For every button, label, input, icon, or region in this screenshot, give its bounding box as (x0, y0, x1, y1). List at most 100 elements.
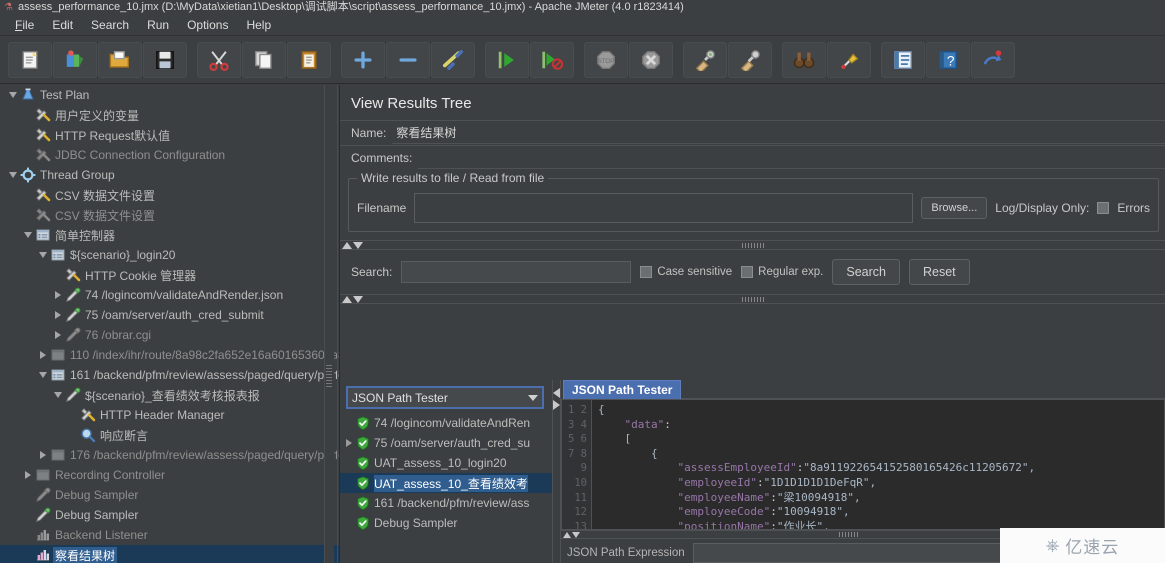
start-no-pauses-button[interactable] (530, 41, 574, 78)
new-test-plan-button[interactable] (8, 41, 52, 78)
tree-twisty-collapsed[interactable] (51, 325, 64, 345)
name-input[interactable] (392, 122, 1165, 144)
tree-twisty-expanded[interactable] (6, 165, 19, 185)
splitter-up-arrow-icon[interactable] (563, 531, 571, 538)
result-row-5[interactable]: Debug Sampler (340, 513, 552, 533)
tree-node-9[interactable]: HTTP Cookie 管理器 (0, 265, 339, 285)
search-button[interactable]: Search (832, 259, 900, 285)
undo-redo-button[interactable] (971, 41, 1015, 78)
upper-splitter[interactable] (340, 240, 1165, 250)
splitter-down-arrow-icon[interactable] (353, 295, 363, 303)
result-row-3[interactable]: UAT_assess_10_查看绩效考 (340, 473, 552, 493)
paste-button[interactable] (287, 41, 331, 78)
splitter-down-arrow-icon[interactable] (572, 531, 580, 538)
scroll-grip[interactable] (326, 363, 332, 387)
menu-file[interactable]: File (6, 16, 43, 34)
tree-node-13[interactable]: 110 /index/ihr/route/8a98c2fa652e16a6016… (0, 345, 339, 365)
tree-node-0[interactable]: Test Plan (0, 85, 339, 105)
splitter-right-arrow-icon[interactable] (553, 400, 560, 410)
clear-button[interactable] (683, 41, 727, 78)
tree-node-8[interactable]: ${scenario}_login20 (0, 245, 339, 265)
tree-twisty-collapsed[interactable] (51, 285, 64, 305)
tree-twisty-collapsed[interactable] (21, 465, 34, 485)
result-row-1[interactable]: 75 /oam/server/auth_cred_su (340, 433, 552, 453)
stop-button[interactable]: STOP (584, 41, 628, 78)
tree-node-4[interactable]: Thread Group (0, 165, 339, 185)
regular-exp-checkbox[interactable] (741, 266, 754, 278)
tree-twisty-expanded[interactable] (51, 385, 64, 405)
comments-input[interactable] (418, 147, 1165, 169)
result-row-2[interactable]: UAT_assess_10_login20 (340, 453, 552, 473)
copy-button[interactable] (242, 41, 286, 78)
shutdown-button[interactable] (629, 41, 673, 78)
viewer-splitter-arrows[interactable] (563, 531, 580, 538)
expand-all-button[interactable] (341, 41, 385, 78)
tab-json-path-tester[interactable]: JSON Path Tester (563, 380, 682, 399)
chevron-down-icon[interactable] (528, 394, 538, 401)
tree-twisty-collapsed[interactable] (36, 345, 49, 365)
menu-run[interactable]: Run (138, 16, 178, 34)
case-sensitive-group[interactable]: Case sensitive (640, 266, 732, 278)
tree-vertical-scrollbar[interactable] (325, 85, 334, 563)
open-button[interactable] (98, 41, 142, 78)
splitter-down-arrow-icon[interactable] (353, 241, 363, 249)
tree-node-2[interactable]: HTTP Request默认值 (0, 125, 339, 145)
reset-button[interactable]: Reset (908, 259, 970, 285)
toggle-button[interactable] (431, 41, 475, 78)
tree-node-23[interactable]: 察看结果树 (0, 545, 339, 563)
tree-twisty-expanded[interactable] (36, 365, 49, 385)
splitter-arrows[interactable] (342, 241, 363, 249)
regular-exp-group[interactable]: Regular exp. (741, 266, 823, 278)
tree-node-15[interactable]: ${scenario}_查看绩效考核报表报 (0, 385, 339, 405)
json-response-viewer[interactable]: 1 2 3 4 5 6 7 8 9 10 11 12 13 { "data": … (561, 399, 1165, 530)
result-twisty-collapsed[interactable] (342, 439, 356, 447)
tree-node-7[interactable]: 简单控制器 (0, 225, 339, 245)
tree-twisty-collapsed[interactable] (51, 305, 64, 325)
filename-input[interactable] (414, 193, 914, 223)
tree-twisty-collapsed[interactable] (36, 445, 49, 465)
tree-twisty-expanded[interactable] (36, 245, 49, 265)
menu-options[interactable]: Options (178, 16, 237, 34)
tree-node-14[interactable]: 161 /backend/pfm/review/assess/paged/que… (0, 365, 339, 385)
splitter-up-arrow-icon[interactable] (342, 241, 352, 249)
json-code-content[interactable]: { "data": [ { "assessEmployeeId":"8a9119… (592, 400, 1164, 529)
cut-button[interactable] (197, 41, 241, 78)
tree-node-11[interactable]: 75 /oam/server/auth_cred_submit (0, 305, 339, 325)
templates-button[interactable] (53, 41, 97, 78)
collapse-all-button[interactable] (386, 41, 430, 78)
search-reset-button[interactable] (827, 41, 871, 78)
splitter-grip-2[interactable] (741, 296, 764, 302)
errors-checkbox[interactable] (1097, 202, 1110, 214)
tree-node-6[interactable]: CSV 数据文件设置 (0, 205, 339, 225)
menu-edit[interactable]: Edit (43, 16, 82, 34)
tree-node-20[interactable]: Debug Sampler (0, 485, 339, 505)
test-plan-tree[interactable]: Test Plan 用户定义的变量 HTTP Request默认值 JDBC Conn… (0, 85, 340, 563)
tree-node-22[interactable]: Backend Listener (0, 525, 339, 545)
tree-node-18[interactable]: 176 /backend/pfm/review/assess/paged/que… (0, 445, 339, 465)
tree-node-5[interactable]: CSV 数据文件设置 (0, 185, 339, 205)
browse-button[interactable]: Browse... (921, 197, 988, 219)
renderer-combobox[interactable]: JSON Path Tester (346, 386, 544, 409)
tree-node-12[interactable]: 76 /obrar.cgi (0, 325, 339, 345)
start-button[interactable] (485, 41, 529, 78)
tree-node-16[interactable]: HTTP Header Manager (0, 405, 339, 425)
tree-node-1[interactable]: 用户定义的变量 (0, 105, 339, 125)
save-button[interactable] (143, 41, 187, 78)
clear-all-button[interactable] (728, 41, 772, 78)
tree-twisty-expanded[interactable] (6, 85, 19, 105)
splitter-left-arrow-icon[interactable] (553, 388, 560, 398)
menu-search[interactable]: Search (82, 16, 138, 34)
sample-result-list[interactable]: 74 /logincom/validateAndRen 75 /oam/serve… (340, 413, 552, 533)
function-helper-button[interactable] (881, 41, 925, 78)
menu-help[interactable]: Help (237, 16, 280, 34)
result-row-0[interactable]: 74 /logincom/validateAndRen (340, 413, 552, 433)
tree-node-3[interactable]: JDBC Connection Configuration (0, 145, 339, 165)
search-input[interactable] (401, 261, 632, 283)
viewer-splitter-grip[interactable] (838, 532, 859, 537)
splitter-arrows-2[interactable] (342, 295, 363, 303)
search-button[interactable] (782, 41, 826, 78)
case-sensitive-checkbox[interactable] (640, 266, 653, 278)
tree-node-17[interactable]: 响应断言 (0, 425, 339, 445)
help-button[interactable]: ? (926, 41, 970, 78)
tree-node-19[interactable]: Recording Controller (0, 465, 339, 485)
